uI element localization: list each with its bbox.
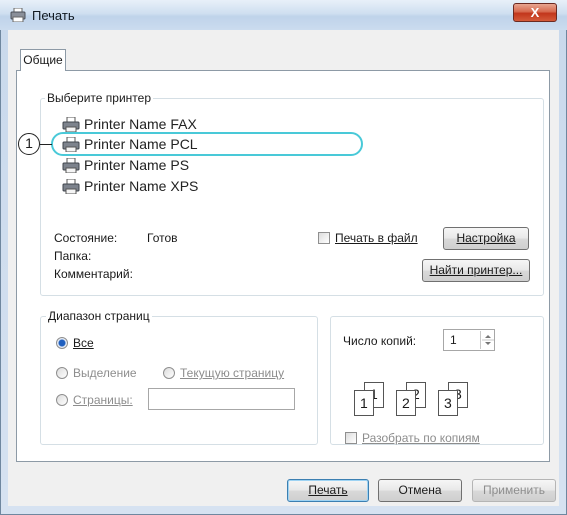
printer-item-label: Printer Name PS [84, 157, 190, 173]
radio-button[interactable] [56, 337, 68, 349]
setup-button-label: Настройка [456, 231, 516, 245]
range-all-radio[interactable]: Все [56, 336, 94, 350]
print-button[interactable]: Печать [287, 479, 369, 502]
printer-icon [62, 116, 80, 132]
radio-button[interactable] [163, 367, 175, 379]
sheet-number: 2 [402, 395, 410, 411]
collate-sheet: 1 [354, 390, 374, 416]
collate-sheet: 2 [396, 390, 416, 416]
collate-sheet: 3 [438, 390, 458, 416]
collate-checkbox[interactable]: Разобрать по копиям [345, 431, 480, 445]
radio-button[interactable] [56, 367, 68, 379]
sheet-number: 1 [360, 395, 368, 411]
cancel-button[interactable]: Отмена [378, 479, 462, 502]
printer-group-label: Выберите принтер [45, 91, 153, 105]
range-selection-label: Выделение [73, 366, 137, 380]
range-current-page-radio[interactable]: Текущую страницу [163, 366, 284, 380]
sheet-number: 3 [444, 395, 452, 411]
find-printer-button-label: Найти принтер... [429, 263, 523, 277]
collate-pages-icon: 1 1 2 2 3 3 [350, 382, 490, 425]
checkbox-box[interactable] [318, 232, 330, 244]
apply-button[interactable]: Применить [472, 479, 556, 502]
range-current-page-label: Текущую страницу [180, 366, 285, 380]
printer-item-fax[interactable]: Printer Name FAX [62, 115, 197, 133]
window-title: Печать [32, 8, 75, 23]
print-to-file-checkbox[interactable]: Печать в файл [318, 231, 418, 245]
pages-input[interactable] [148, 388, 295, 410]
close-button[interactable]: X [513, 3, 557, 22]
printer-item-xps[interactable]: Printer Name XPS [62, 177, 198, 195]
callout-leader-line [40, 144, 52, 145]
close-icon: X [530, 5, 540, 20]
collate-label: Разобрать по копиям [362, 431, 480, 445]
copies-label: Число копий: [343, 334, 417, 348]
callout-number-badge: 1 [18, 133, 40, 155]
printer-icon [10, 7, 26, 23]
cancel-button-label: Отмена [398, 483, 442, 497]
status-value: Готов [147, 231, 178, 245]
tab-general[interactable]: Общие [20, 49, 66, 71]
range-pages-radio[interactable]: Страницы: [56, 393, 133, 407]
folder-label: Папка: [54, 249, 92, 263]
range-selection-radio[interactable]: Выделение [56, 366, 137, 380]
setup-button[interactable]: Настройка [443, 227, 529, 250]
printer-icon [62, 157, 80, 173]
page-range-label: Диапазон страниц [46, 309, 152, 323]
print-button-label: Печать [308, 483, 348, 497]
find-printer-button[interactable]: Найти принтер... [422, 259, 530, 282]
print-to-file-label: Печать в файл [335, 231, 418, 245]
printer-item-label: Printer Name FAX [84, 116, 197, 132]
checkbox-box[interactable] [345, 432, 357, 444]
printer-item-label: Printer Name XPS [84, 178, 199, 194]
spinner-arrows-icon[interactable] [480, 331, 495, 349]
apply-button-label: Применить [482, 483, 545, 497]
radio-button[interactable] [56, 394, 68, 406]
printer-icon [62, 178, 80, 194]
printer-item-ps[interactable]: Printer Name PS [62, 156, 189, 174]
copies-value: 1 [450, 333, 457, 347]
range-all-label: Все [73, 336, 94, 350]
selected-printer-highlight [51, 132, 363, 156]
copies-stepper[interactable]: 1 [443, 329, 495, 351]
range-pages-label: Страницы: [73, 393, 133, 407]
comment-label: Комментарий: [54, 267, 133, 281]
status-label: Состояние: [54, 231, 118, 245]
title-bar[interactable]: Печать [0, 0, 567, 30]
